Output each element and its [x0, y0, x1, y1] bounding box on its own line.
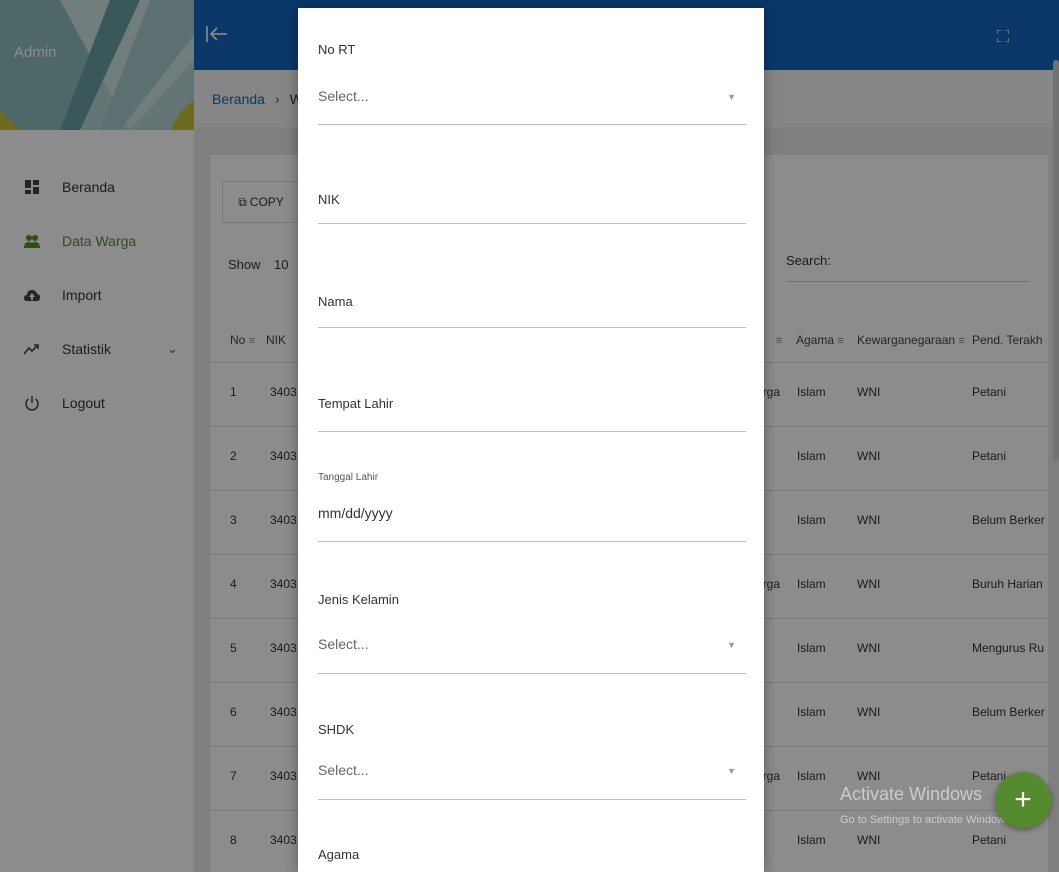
- agama-field[interactable]: Agama: [318, 802, 746, 872]
- tempat-lahir-label: Tempat Lahir: [318, 396, 394, 411]
- nik-label: NIK: [318, 192, 340, 207]
- field-underline: [318, 223, 746, 224]
- nama-label: Nama: [318, 294, 353, 309]
- shdk-placeholder: Select...: [318, 762, 369, 778]
- jenis-kelamin-placeholder: Select...: [318, 636, 369, 652]
- field-underline: [318, 541, 746, 542]
- add-warga-modal: No RT Select... ▼ NIK Nama Tempat Lahir …: [298, 8, 764, 872]
- tanggal-lahir-field[interactable]: Tanggal Lahir mm/dd/yyyy: [318, 434, 746, 544]
- agama-label: Agama: [318, 847, 360, 862]
- nama-field[interactable]: Nama: [318, 226, 746, 330]
- dropdown-arrow-icon: ▼: [727, 640, 736, 650]
- jenis-kelamin-select[interactable]: Jenis Kelamin Select... ▼: [318, 544, 746, 676]
- plus-icon: +: [1014, 783, 1032, 816]
- no-rt-placeholder: Select...: [318, 88, 369, 104]
- dropdown-arrow-icon: ▼: [727, 92, 736, 102]
- dropdown-arrow-icon: ▼: [727, 766, 736, 776]
- tempat-lahir-field[interactable]: Tempat Lahir: [318, 330, 746, 434]
- tanggal-lahir-value: mm/dd/yyyy: [318, 505, 393, 521]
- field-underline: [318, 327, 746, 328]
- shdk-select[interactable]: SHDK Select... ▼: [318, 676, 746, 802]
- no-rt-select[interactable]: No RT Select... ▼: [318, 8, 746, 126]
- field-underline: [318, 673, 746, 674]
- nik-field[interactable]: NIK: [318, 126, 746, 226]
- field-underline: [318, 124, 746, 125]
- tanggal-lahir-label: Tanggal Lahir: [318, 472, 379, 483]
- field-underline: [318, 799, 746, 800]
- activate-windows-subtitle: Go to Settings to activate Windows.: [840, 814, 1014, 826]
- activate-windows-watermark: Activate Windows: [840, 784, 983, 804]
- jenis-kelamin-label: Jenis Kelamin: [318, 592, 399, 607]
- add-fab-button[interactable]: +: [995, 772, 1051, 828]
- no-rt-label: No RT: [318, 42, 356, 57]
- shdk-label: SHDK: [318, 722, 355, 737]
- field-underline: [318, 431, 746, 432]
